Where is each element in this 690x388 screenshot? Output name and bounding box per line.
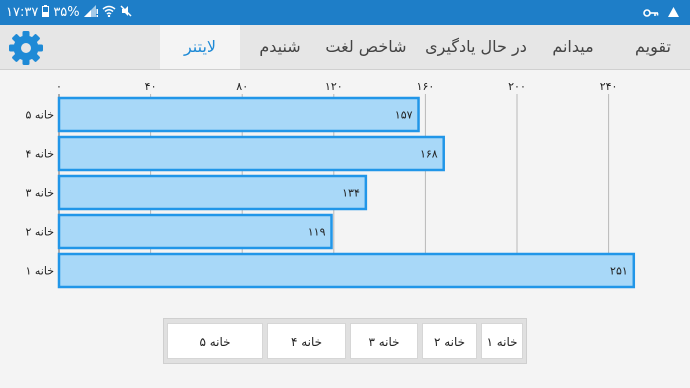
tab-calendar[interactable]: تقویم	[620, 25, 686, 69]
x-tick-label: ۴۰	[145, 80, 157, 93]
signal-icon	[83, 4, 98, 21]
category-label: خانه ۴	[25, 148, 54, 161]
bar-value-label: ۱۵۷	[395, 109, 413, 122]
mute-icon	[120, 4, 132, 21]
wifi-icon	[102, 5, 116, 21]
status-left: ۱۷:۳۷ ۳۵%	[6, 0, 132, 25]
box-2-button[interactable]: خانه ۲	[422, 323, 477, 359]
tab-learning[interactable]: در حال یادگیری	[418, 25, 534, 69]
bar-value-label: ۱۶۸	[420, 148, 438, 161]
x-tick-label: ۰	[56, 80, 62, 93]
tab-word-index[interactable]: شاخص لغت	[320, 25, 412, 69]
bar	[57, 96, 420, 133]
key-icon	[643, 3, 659, 22]
x-tick-label: ۸۰	[236, 80, 248, 93]
bar	[57, 213, 333, 250]
bar-value-label: ۱۱۹	[308, 226, 326, 239]
app-icon	[667, 3, 680, 22]
top-toolbar: تقویم میدانم در حال یادگیری شاخص لغت شنی…	[0, 25, 690, 70]
leitner-boxes-chart: ۰ ۴۰ ۸۰ ۱۲۰ ۱۶۰ ۲۰۰ ۲۴۰ ۱۵۷ خانه ۵ ۱۶۸ خانه ۴ ۱۳۴ خا…	[25, 80, 636, 289]
category-label: خانه ۳	[25, 187, 54, 200]
x-tick-label: ۱۶۰	[417, 80, 435, 93]
battery-percent: ۳۵%	[53, 5, 80, 20]
tab-leitner[interactable]: لایتنر	[160, 25, 240, 69]
status-bar: ۱۷:۳۷ ۳۵%	[0, 0, 690, 25]
category-label: خانه ۵	[25, 109, 54, 122]
box-1-button[interactable]: خانه ۱	[481, 323, 523, 359]
bar	[57, 174, 368, 211]
x-tick-label: ۲۰۰	[508, 80, 526, 93]
tab-heard[interactable]: شنیدم	[244, 25, 316, 69]
status-right	[643, 4, 680, 21]
bar-value-label: ۲۵۱	[610, 265, 628, 278]
category-label: خانه ۲	[25, 226, 54, 239]
settings-gear-icon[interactable]	[8, 30, 44, 66]
box-buttons-panel: خانه ۵ خانه ۴ خانه ۳ خانه ۲ خانه ۱	[163, 318, 527, 364]
tab-know[interactable]: میدانم	[540, 25, 606, 69]
box-4-button[interactable]: خانه ۴	[267, 323, 346, 359]
status-time: ۱۷:۳۷	[6, 5, 39, 20]
x-tick-label: ۲۴۰	[600, 80, 618, 93]
box-3-button[interactable]: خانه ۳	[350, 323, 418, 359]
box-5-button[interactable]: خانه ۵	[167, 323, 263, 359]
x-tick-label: ۱۲۰	[325, 80, 343, 93]
battery-icon	[42, 4, 50, 21]
bar	[57, 135, 445, 172]
bar-value-label: ۱۳۴	[342, 187, 360, 200]
bar	[57, 252, 636, 289]
category-label: خانه ۱	[25, 265, 54, 278]
